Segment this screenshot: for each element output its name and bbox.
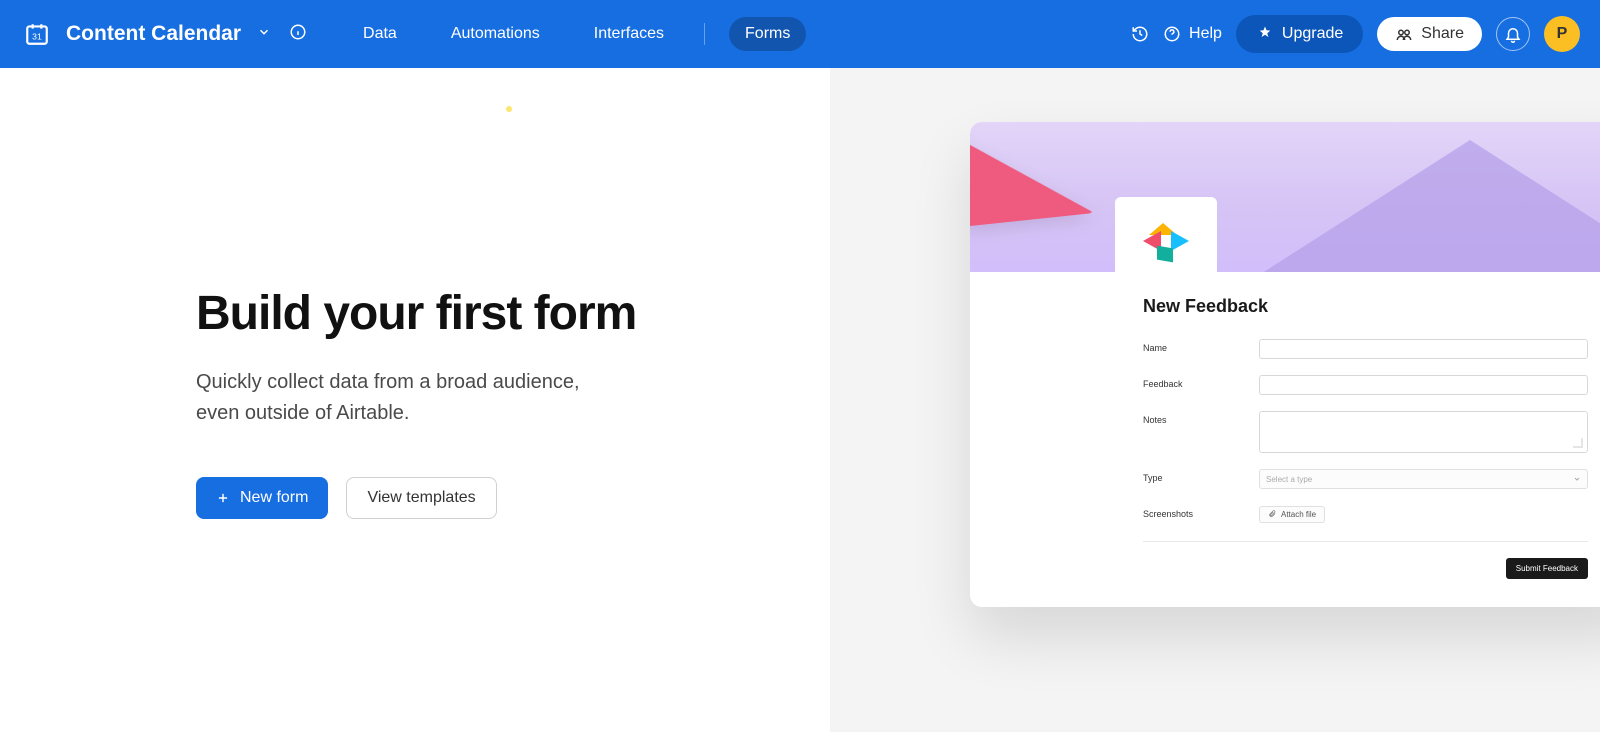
upgrade-label: Upgrade <box>1282 25 1343 43</box>
upgrade-button[interactable]: Upgrade <box>1236 15 1363 53</box>
tab-forms[interactable]: Forms <box>729 17 806 51</box>
new-form-label: New form <box>240 489 308 507</box>
view-templates-button[interactable]: View templates <box>346 477 496 519</box>
plus-icon <box>216 491 230 505</box>
select-placeholder: Select a type <box>1266 475 1312 484</box>
chevron-down-icon <box>1573 475 1581 483</box>
input-feedback[interactable] <box>1259 375 1588 395</box>
nav-divider <box>704 23 705 45</box>
chevron-down-icon[interactable] <box>257 25 271 44</box>
field-row-feedback: Feedback <box>1143 375 1588 395</box>
page-headline: Build your first form <box>196 288 770 341</box>
field-label-screenshots: Screenshots <box>1143 505 1241 519</box>
cta-row: New form View templates <box>196 477 770 519</box>
help-label: Help <box>1189 25 1222 43</box>
header-right: Help Upgrade Share P <box>1131 15 1580 53</box>
tab-automations[interactable]: Automations <box>435 17 556 51</box>
paperclip-icon <box>1268 510 1276 518</box>
field-label-type: Type <box>1143 469 1241 483</box>
primary-nav: Data Automations Interfaces Forms <box>347 17 806 51</box>
field-row-notes: Notes <box>1143 411 1588 453</box>
field-label-feedback: Feedback <box>1143 375 1241 389</box>
base-name[interactable]: Content Calendar <box>66 22 241 46</box>
preview-logo <box>1115 197 1217 272</box>
help-button[interactable]: Help <box>1163 25 1222 43</box>
app-header: 31 Content Calendar Data Automations Int… <box>0 0 1600 68</box>
field-row-type: Type Select a type <box>1143 469 1588 489</box>
select-type[interactable]: Select a type <box>1259 469 1588 489</box>
attach-file-button[interactable]: Attach file <box>1259 506 1325 523</box>
header-left: 31 Content Calendar <box>24 21 307 47</box>
field-row-screenshots: Screenshots Attach file <box>1143 505 1588 523</box>
tab-data[interactable]: Data <box>347 17 413 51</box>
submit-row: Submit Feedback <box>1143 558 1588 579</box>
history-icon[interactable] <box>1131 25 1149 43</box>
field-label-notes: Notes <box>1143 411 1241 425</box>
share-button[interactable]: Share <box>1377 17 1482 51</box>
airtable-logo-icon <box>1143 223 1189 261</box>
notifications-button[interactable] <box>1496 17 1530 51</box>
intro-pane: Build your first form Quickly collect da… <box>0 68 830 732</box>
textarea-notes[interactable] <box>1259 411 1588 453</box>
info-icon[interactable] <box>289 23 307 46</box>
svg-text:31: 31 <box>32 31 42 41</box>
page-subtext: Quickly collect data from a broad audien… <box>196 367 616 429</box>
share-label: Share <box>1421 25 1464 43</box>
user-avatar[interactable]: P <box>1544 16 1580 52</box>
decorative-dot <box>506 106 512 112</box>
decorative-triangle <box>970 123 1094 226</box>
preview-form-body: New Feedback Name Feedback Notes Type <box>1115 272 1600 607</box>
calendar-icon: 31 <box>24 21 50 47</box>
main-content: Build your first form Quickly collect da… <box>0 68 1600 732</box>
form-preview-card: New Feedback Name Feedback Notes Type <box>970 122 1600 607</box>
input-name[interactable] <box>1259 339 1588 359</box>
attach-label: Attach file <box>1281 510 1316 519</box>
form-divider <box>1143 541 1588 542</box>
tab-interfaces[interactable]: Interfaces <box>578 17 680 51</box>
field-label-name: Name <box>1143 339 1241 353</box>
decorative-mountain <box>1220 140 1600 272</box>
preview-pane: New Feedback Name Feedback Notes Type <box>830 68 1600 732</box>
field-row-name: Name <box>1143 339 1588 359</box>
preview-form-title: New Feedback <box>1143 296 1588 317</box>
new-form-button[interactable]: New form <box>196 477 328 519</box>
submit-feedback-button[interactable]: Submit Feedback <box>1506 558 1588 579</box>
preview-header-image <box>970 122 1600 272</box>
